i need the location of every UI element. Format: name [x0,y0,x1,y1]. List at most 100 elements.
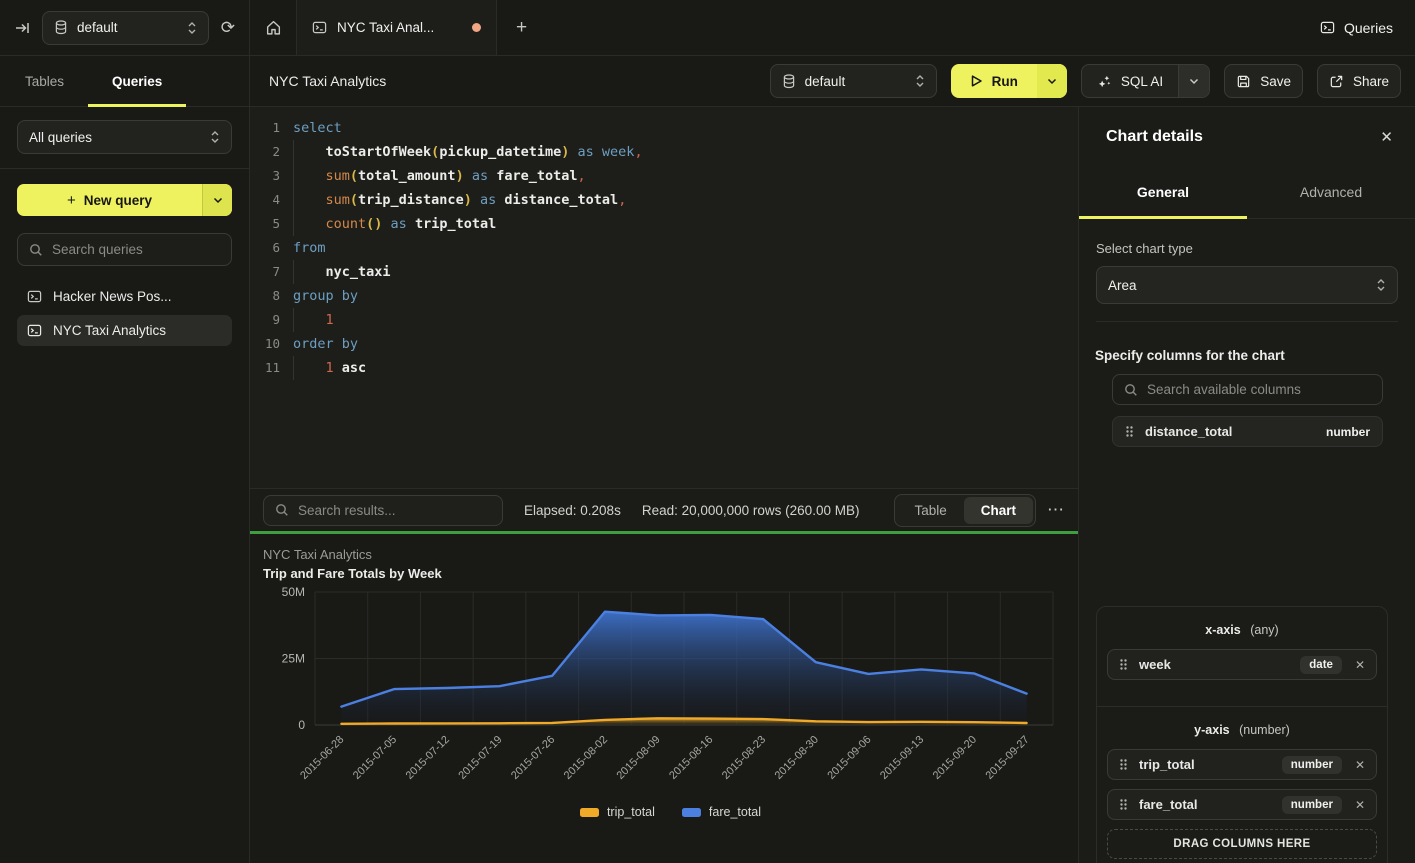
svg-text:2015-08-30: 2015-08-30 [773,734,821,782]
chip-column-name: fare_total [1139,797,1198,812]
share-button-label: Share [1353,74,1389,89]
svg-text:2015-07-05: 2015-07-05 [351,734,399,782]
section-divider [1096,321,1398,322]
chart-type-select[interactable]: Area [1096,266,1398,304]
run-options-dropdown[interactable] [1037,64,1067,98]
sidebar: Tables Queries All queries + New query [0,56,250,863]
column-type: number [1326,425,1370,439]
refresh-icon[interactable]: ⟳ [221,19,235,36]
code-line: 4 sum(trip_distance) as distance_total, [250,188,1078,212]
y-axis-chip-trip-total[interactable]: trip_total number ✕ [1107,749,1377,780]
chevron-updown-icon [187,21,197,35]
run-button-main[interactable]: Run [951,64,1037,98]
new-tab-button[interactable]: + [497,0,546,55]
toggle-chart[interactable]: Chart [964,497,1033,524]
tab-general[interactable]: General [1079,166,1247,218]
search-results-input[interactable] [298,503,491,518]
home-tab[interactable] [250,0,297,55]
query-database-value: default [805,74,846,89]
search-icon [1124,383,1138,397]
y-axis-chip-fare-total[interactable]: fare_total number ✕ [1107,789,1377,820]
queries-button[interactable]: Queries [1320,20,1393,36]
svg-text:0: 0 [298,718,305,732]
new-query-button[interactable]: + New query [17,184,232,216]
sql-editor[interactable]: 1select2 toStartOfWeek(pickup_datetime) … [250,107,1078,488]
x-axis-chip-week[interactable]: week date ✕ [1107,649,1377,680]
query-filter-value: All queries [29,130,92,145]
collapse-sidebar-icon[interactable] [14,20,30,36]
chip-type-badge: number [1282,756,1342,774]
drag-handle-icon[interactable] [1119,658,1128,671]
drag-handle-icon[interactable] [1119,798,1128,811]
sidebar-body: All queries + New query [0,107,249,346]
legend-item-trip_total[interactable]: trip_total [580,805,655,819]
query-item-hacker-news[interactable]: Hacker News Pos... [17,281,232,312]
save-icon [1236,74,1251,89]
drag-handle-icon[interactable] [1119,758,1128,771]
legend-label: trip_total [607,805,655,819]
drag-handle-icon[interactable] [1125,425,1134,438]
query-filter-select[interactable]: All queries [17,120,232,154]
svg-text:2015-09-20: 2015-09-20 [931,734,979,782]
search-columns-input[interactable] [1147,382,1371,397]
legend-item-fare_total[interactable]: fare_total [682,805,761,819]
sql-ai-button[interactable]: SQL AI [1081,64,1210,98]
save-button[interactable]: Save [1224,64,1303,98]
terminal-icon [27,289,42,304]
tab-strip: NYC Taxi Anal... + [250,0,546,55]
topbar-database-select[interactable]: default [42,11,209,45]
remove-column-icon[interactable]: ✕ [1355,758,1365,772]
elapsed-time: Elapsed: 0.208s [524,503,621,518]
x-axis-qualifier: (any) [1250,623,1278,637]
query-database-select[interactable]: default [770,64,937,98]
tab-advanced[interactable]: Advanced [1247,166,1415,218]
chip-type-badge: date [1300,656,1342,674]
sql-ai-main[interactable]: SQL AI [1082,65,1178,97]
drag-columns-dropzone[interactable]: DRAG COLUMNS HERE [1107,829,1377,859]
sql-ai-label: SQL AI [1121,74,1163,89]
search-queries-input[interactable] [52,242,220,257]
terminal-icon [312,20,327,35]
column-name: distance_total [1145,424,1232,439]
database-icon [54,20,68,35]
y-axis-heading: y-axis (number) [1107,723,1377,737]
more-options-icon[interactable]: ⋯ [1047,500,1065,520]
toggle-table[interactable]: Table [897,497,963,524]
svg-text:2015-08-02: 2015-08-02 [562,734,610,782]
new-query-main[interactable]: + New query [17,184,202,216]
chart-details-tabs: General Advanced [1079,166,1415,219]
share-button[interactable]: Share [1317,64,1401,98]
terminal-icon [27,323,42,338]
tab-queries[interactable]: Queries [88,56,186,106]
app-window: default ⟳ NYC Taxi Anal... + [0,0,1415,863]
search-queries-box [17,233,232,266]
tab-label: NYC Taxi Anal... [337,20,434,35]
remove-column-icon[interactable]: ✕ [1355,798,1365,812]
remove-column-icon[interactable]: ✕ [1355,658,1365,672]
chart-details-header: Chart details ✕ [1079,107,1415,166]
top-bar: default ⟳ NYC Taxi Anal... + [0,0,1415,56]
svg-text:2015-08-16: 2015-08-16 [667,734,715,782]
tab-tables[interactable]: Tables [1,56,88,106]
play-icon [970,74,983,88]
available-column-distance-total[interactable]: distance_total number [1112,416,1383,447]
tab-nyc-taxi-analytics[interactable]: NYC Taxi Anal... [297,0,497,55]
database-icon [782,74,796,89]
unsaved-changes-dot [472,23,481,32]
chart-panel: NYC Taxi Analytics Trip and Fare Totals … [250,534,1078,863]
run-button[interactable]: Run [951,64,1067,98]
chart-type-value: Area [1108,278,1137,293]
query-item-nyc-taxi[interactable]: NYC Taxi Analytics [17,315,232,346]
svg-text:2015-07-26: 2015-07-26 [509,734,557,782]
query-title: NYC Taxi Analytics [269,73,386,89]
chevron-updown-icon [1376,278,1386,292]
sparkle-icon [1097,74,1112,89]
new-query-dropdown[interactable] [202,184,232,216]
code-line: 5 count() as trip_total [250,212,1078,236]
code-line: 11 1 asc [250,356,1078,380]
sql-ai-dropdown[interactable] [1178,65,1209,97]
close-icon[interactable]: ✕ [1380,128,1393,146]
results-toolbar: Elapsed: 0.208s Read: 20,000,000 rows (2… [250,488,1078,531]
home-icon [265,19,282,36]
legend-swatch [682,808,701,817]
